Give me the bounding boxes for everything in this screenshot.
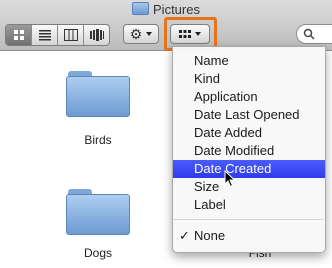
- menu-item-date-last-opened[interactable]: Date Last Opened: [173, 106, 325, 124]
- arrange-by-menu: Name Kind Application Date Last Opened D…: [172, 46, 326, 253]
- menu-item-name[interactable]: Name: [173, 52, 325, 70]
- checkmark-icon: ✓: [179, 228, 190, 243]
- column-view-icon: [63, 29, 78, 41]
- menu-item-none[interactable]: ✓ None: [173, 227, 325, 245]
- search-icon: [303, 28, 315, 40]
- menu-item-date-added[interactable]: Date Added: [173, 124, 325, 142]
- search-field[interactable]: [296, 24, 332, 44]
- menu-item-date-created[interactable]: Date Created: [173, 160, 325, 178]
- finder-window: Pictures ⚙ Birds Dogs Fish Name Kind App…: [0, 0, 332, 268]
- icon-view-icon: [13, 30, 24, 40]
- view-mode-segmented-control: [5, 24, 110, 46]
- mouse-pointer-icon: [224, 170, 236, 188]
- list-view-icon: [38, 30, 51, 41]
- gear-icon: ⚙: [129, 25, 143, 42]
- column-view-button[interactable]: [58, 25, 84, 45]
- menu-item-size[interactable]: Size: [173, 178, 325, 196]
- menu-item-none-label: None: [194, 228, 226, 243]
- menu-item-application[interactable]: Application: [173, 88, 325, 106]
- cover-flow-icon: [89, 29, 104, 41]
- menu-item-kind[interactable]: Kind: [173, 70, 325, 88]
- toolbar: Pictures ⚙: [0, 0, 332, 51]
- file-name-birds[interactable]: Birds: [58, 133, 138, 147]
- folder-icon-dogs[interactable]: [66, 189, 130, 235]
- chevron-down-icon: [146, 32, 153, 36]
- menu-separator: [174, 219, 324, 220]
- file-name-dogs[interactable]: Dogs: [58, 246, 138, 260]
- list-view-button[interactable]: [32, 25, 58, 45]
- window-title-text: Pictures: [153, 2, 200, 17]
- window-title: Pictures: [0, 2, 332, 17]
- cover-flow-view-button[interactable]: [84, 25, 109, 45]
- menu-item-date-modified[interactable]: Date Modified: [173, 142, 325, 160]
- action-button[interactable]: ⚙: [123, 24, 159, 44]
- menu-item-label[interactable]: Label: [173, 196, 325, 214]
- folder-icon: [132, 2, 150, 15]
- icon-view-button[interactable]: [6, 25, 32, 45]
- folder-icon-birds[interactable]: [66, 71, 130, 117]
